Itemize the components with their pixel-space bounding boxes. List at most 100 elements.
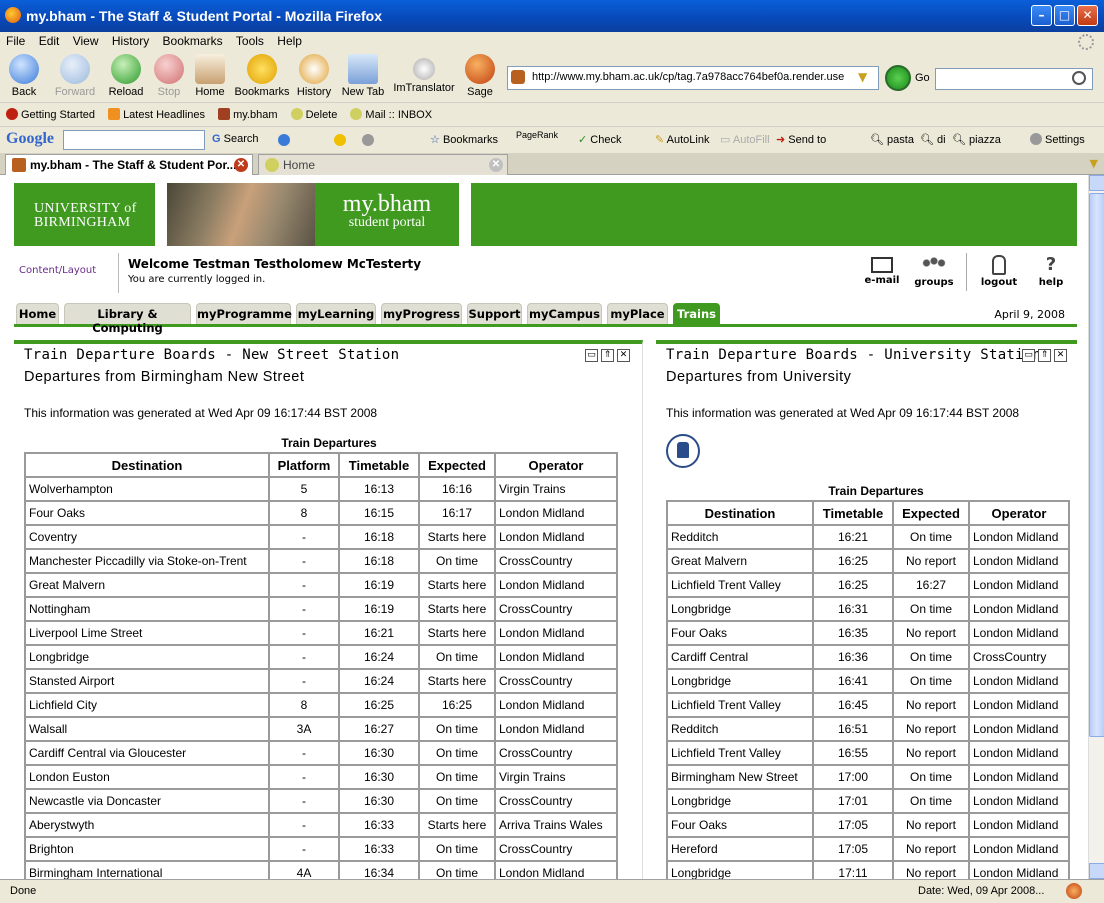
nav-tab-mycampus[interactable]: myCampus [527, 303, 602, 324]
tab-mybham[interactable]: my.bham - The Staff & Student Por... ✕ [5, 154, 253, 175]
google-search-input[interactable] [63, 130, 205, 150]
bookmark-latest-headlines[interactable]: Latest Headlines [108, 108, 205, 121]
search-input[interactable] [935, 68, 1093, 90]
google-bookmarks-button[interactable]: ☆ Bookmarks [430, 133, 498, 146]
bookmark-star-icon[interactable]: ▼ [858, 70, 872, 84]
table-cell: London Midland [968, 692, 1070, 718]
vertical-scrollbar[interactable] [1088, 175, 1104, 879]
stop-icon [154, 54, 184, 84]
menu-history[interactable]: History [108, 32, 153, 48]
bookmark-delete[interactable]: Delete [290, 108, 337, 121]
go-button[interactable]: Go [915, 72, 930, 84]
table-cell: - [268, 740, 340, 766]
reload-button[interactable]: Reload [107, 54, 145, 98]
window-titlebar[interactable]: my.bham - The Staff & Student Portal - M… [0, 0, 1104, 32]
google-toolbar: Google G Search ☆ Bookmarks PageRank ✓ C… [0, 126, 1104, 153]
close-channel-icon[interactable]: ✕ [1054, 349, 1067, 362]
new-tab-button[interactable]: New Tab [341, 54, 385, 98]
nav-tab-library-computing[interactable]: Library & Computing [64, 303, 191, 335]
stop-button[interactable]: Stop [154, 54, 184, 98]
home-button[interactable]: Home [193, 54, 227, 98]
email-link[interactable]: e-mail [862, 255, 902, 286]
bham-favicon-icon [218, 108, 231, 120]
bookmarks-button[interactable]: Bookmarks [234, 54, 290, 98]
nav-tab-home[interactable]: Home [16, 303, 59, 324]
close-channel-icon[interactable]: ✕ [617, 349, 630, 362]
google-logo[interactable]: Google [6, 130, 54, 148]
history-button[interactable]: History [296, 54, 332, 98]
scroll-thumb[interactable] [1089, 193, 1104, 737]
google-settings-button[interactable]: Settings [1030, 133, 1085, 146]
table-cell: London Midland [968, 788, 1070, 814]
nav-tab-support[interactable]: Support [467, 303, 522, 324]
new-street-departures-panel: Train Departure Boards - New Street Stat… [14, 340, 643, 879]
tab-list-icon[interactable]: ▼ [1090, 157, 1098, 170]
google-search-button[interactable]: G Search [212, 133, 258, 145]
forward-button[interactable]: Forward [52, 54, 98, 98]
menu-bookmarks[interactable]: Bookmarks [159, 32, 227, 48]
university-logo[interactable]: UNIVERSITY of BIRMINGHAM [34, 202, 137, 230]
gear-icon[interactable] [362, 134, 374, 146]
scroll-down-arrow-icon[interactable] [1089, 863, 1104, 879]
spell-check-button[interactable]: ✓ Check [578, 133, 621, 146]
back-button[interactable]: Back [6, 54, 42, 98]
bookmark-getting-started[interactable]: Getting Started [6, 108, 95, 121]
maximize-channel-icon[interactable]: ⇑ [1038, 349, 1051, 362]
maximize-button[interactable]: □ [1054, 5, 1075, 26]
minimize-button[interactable]: – [1031, 5, 1052, 26]
nav-tab-mylearning[interactable]: myLearning [296, 303, 376, 324]
menu-view[interactable]: View [69, 32, 103, 48]
scroll-up-arrow-icon[interactable] [1089, 175, 1104, 191]
table-cell: - [268, 620, 340, 646]
table-cell: Birmingham New Street [666, 764, 814, 790]
tab-home[interactable]: Home ✕ [258, 154, 508, 175]
envelope-icon [871, 257, 893, 273]
sage-button[interactable]: Sage [464, 54, 496, 98]
send-to-button[interactable]: ➜ Send to [776, 133, 826, 146]
nav-tab-trains[interactable]: Trains [673, 303, 720, 324]
table-cell: 8 [268, 692, 340, 718]
table-cell: On time [418, 644, 496, 670]
menu-file[interactable]: File [2, 32, 29, 48]
groups-link[interactable]: groups [912, 255, 956, 288]
go-icon[interactable] [885, 65, 911, 91]
logout-link[interactable]: logout [978, 255, 1020, 288]
bookmark-mail-inbox[interactable]: Mail :: INBOX [350, 108, 432, 121]
table-row: Cardiff Central via Gloucester -16:30 On t… [24, 740, 618, 766]
minimize-channel-icon[interactable]: ▭ [585, 349, 598, 362]
menu-tools[interactable]: Tools [232, 32, 268, 48]
help-link[interactable]: ? help [1036, 255, 1066, 289]
search-term-pasta[interactable]: 🔍︎ pasta [870, 133, 914, 146]
nav-tab-myprogramme[interactable]: myProgramme [196, 303, 292, 324]
autofill-button[interactable]: ▭ AutoFill [720, 133, 770, 146]
nav-tab-myplace[interactable]: myPlace [607, 303, 668, 324]
table-cell: Lichfield City [24, 692, 270, 718]
table-cell: On time [418, 548, 496, 574]
table-cell: 16:18 [338, 548, 420, 574]
close-button[interactable]: ✕ [1077, 5, 1098, 26]
minimize-channel-icon[interactable]: ▭ [1022, 349, 1035, 362]
nav-tab-myprogress[interactable]: myProgress [381, 303, 462, 324]
search-term-di[interactable]: 🔍︎ di [920, 133, 946, 146]
autolink-button[interactable]: ✎ AutoLink [655, 133, 709, 146]
pagerank-indicator: PageRank [516, 130, 559, 140]
col-operator: Operator [494, 452, 618, 478]
search-term-piazza[interactable]: 🔍︎ piazza [952, 133, 1001, 146]
google-options-icon[interactable] [278, 134, 290, 146]
menu-help[interactable]: Help [273, 32, 306, 48]
close-tab-icon[interactable]: ✕ [234, 158, 248, 172]
search-icon[interactable] [1072, 71, 1086, 85]
maximize-channel-icon[interactable]: ⇑ [601, 349, 614, 362]
imtranslator-button[interactable]: ImTranslator [392, 54, 456, 94]
sage-status-icon[interactable] [1066, 883, 1082, 899]
url-input[interactable]: http://www.my.bham.ac.uk/cp/tag.7a978acc… [507, 66, 879, 90]
safety-icon[interactable] [334, 134, 346, 146]
content-layout-link[interactable]: Content/Layout [19, 265, 96, 276]
table-row: Four Oaks 16:35 No report London Midland [666, 620, 1070, 646]
table-cell: London Euston [24, 764, 270, 790]
people-icon [919, 255, 949, 275]
bookmark-mybham[interactable]: my.bham [218, 108, 278, 121]
menu-edit[interactable]: Edit [35, 32, 64, 48]
close-tab-icon[interactable]: ✕ [489, 158, 503, 172]
table-row: Wolverhampton 5 16:13 16:16 Virgin Trains [24, 476, 618, 502]
